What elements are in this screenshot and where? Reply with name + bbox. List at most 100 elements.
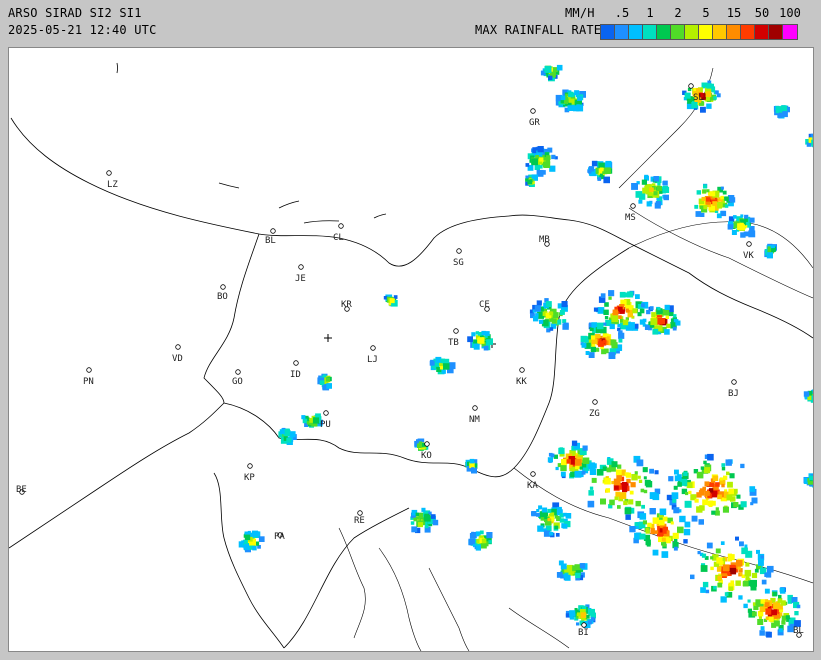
rain-pixel	[592, 343, 596, 348]
rain-pixel	[721, 467, 726, 471]
rain-pixel	[538, 505, 543, 510]
rain-pixel	[640, 488, 645, 493]
rain-pixel	[574, 470, 582, 478]
rain-pixel	[574, 459, 582, 466]
rain-pixel	[717, 204, 722, 209]
rain-pixel	[614, 485, 619, 490]
rain-pixel	[560, 95, 566, 101]
rain-pixel	[731, 230, 737, 235]
rain-pixel	[471, 467, 475, 471]
rain-pixel	[771, 609, 777, 616]
rain-pixel	[424, 515, 431, 522]
rain-pixel	[289, 431, 296, 438]
rain-pixel	[703, 460, 707, 465]
legend-swatch	[671, 25, 685, 39]
rain-pixel	[646, 201, 652, 207]
rain-pixel	[547, 518, 551, 522]
rain-pixel	[650, 529, 655, 535]
legend-swatch	[727, 25, 741, 39]
rain-pixel	[539, 319, 544, 324]
rain-pixel	[752, 611, 757, 617]
rain-pixel	[726, 471, 730, 476]
rain-pixel	[415, 512, 419, 516]
legend-swatch	[629, 25, 643, 39]
rain-pixel	[710, 191, 716, 197]
rain-pixel	[588, 608, 595, 616]
city-marker	[175, 344, 181, 350]
rain-pixel	[279, 429, 285, 435]
legend-swatch	[643, 25, 657, 39]
rain-pixel	[410, 521, 415, 525]
rain-pixel	[424, 524, 429, 529]
city-marker	[298, 264, 304, 270]
rain-pixel	[443, 363, 450, 370]
rain-pixel	[578, 96, 583, 101]
rain-pixel	[723, 475, 728, 480]
rain-pixel	[688, 490, 692, 494]
rain-pixel	[605, 488, 610, 493]
rain-pixel	[788, 618, 794, 624]
rain-pixel	[642, 467, 648, 473]
rain-pixel	[564, 574, 571, 581]
legend-tick: 1	[646, 6, 654, 20]
rain-pixel	[480, 542, 487, 549]
rain-pixel	[652, 549, 659, 556]
rain-pixel	[631, 183, 638, 190]
city-label: TB	[448, 338, 459, 348]
city-label: RE	[354, 516, 365, 526]
rain-pixel	[628, 499, 634, 505]
city-marker	[592, 399, 598, 405]
rain-pixel	[585, 614, 590, 619]
rain-pixel	[604, 316, 609, 320]
rain-pixel	[544, 65, 552, 73]
rain-pixel	[616, 475, 622, 481]
rain-pixel	[722, 506, 729, 513]
rain-pixel	[695, 211, 702, 217]
rain-pixel	[543, 157, 547, 161]
rain-pixel	[674, 475, 681, 482]
rain-pixel	[548, 531, 553, 536]
rain-pixel	[694, 204, 699, 209]
city-marker	[293, 360, 299, 366]
legend-swatch	[769, 25, 783, 39]
rain-pixel	[473, 343, 480, 350]
rain-pixel	[576, 104, 584, 112]
rain-pixel	[481, 330, 486, 336]
rain-pixel	[615, 469, 622, 476]
rain-pixel	[531, 511, 535, 516]
rain-pixel	[650, 318, 658, 326]
rain-pixel	[648, 184, 652, 188]
rain-pixel	[602, 333, 607, 338]
rain-pixel	[624, 507, 632, 515]
city-marker	[270, 228, 276, 234]
rain-pixel	[745, 576, 750, 581]
city-marker	[86, 367, 92, 373]
rain-pixel	[755, 599, 762, 606]
rain-pixel	[629, 526, 636, 533]
city-label: GR	[529, 118, 540, 128]
rain-pixel	[653, 176, 659, 182]
rain-pixel	[559, 309, 565, 315]
rain-pixel	[483, 345, 489, 351]
legend-tick: 100	[779, 6, 801, 20]
legend-swatch	[783, 25, 797, 39]
rain-pixel	[555, 533, 560, 537]
rain-pixel	[555, 466, 559, 471]
rain-pixel	[536, 512, 540, 517]
rain-pixel	[625, 292, 631, 298]
city-label: VK	[743, 251, 754, 261]
rain-pixel	[319, 380, 325, 385]
rain-pixel	[733, 215, 737, 219]
rain-pixel	[715, 90, 719, 95]
rain-pixel	[588, 490, 594, 496]
rain-pixel	[729, 197, 736, 203]
rain-pixel	[432, 519, 439, 526]
city-marker	[247, 463, 253, 469]
city-marker	[731, 379, 737, 385]
rain-pixel	[720, 195, 724, 200]
rain-pixel	[705, 589, 710, 594]
rain-pixel	[312, 417, 320, 424]
rain-pixel	[415, 516, 419, 520]
city-label: CL	[333, 233, 344, 243]
radar-map[interactable]: LZ GR SL BL CL MB MS VK SG JE BO KR CE VD LJ TB PN GO ID KK…	[8, 47, 814, 652]
